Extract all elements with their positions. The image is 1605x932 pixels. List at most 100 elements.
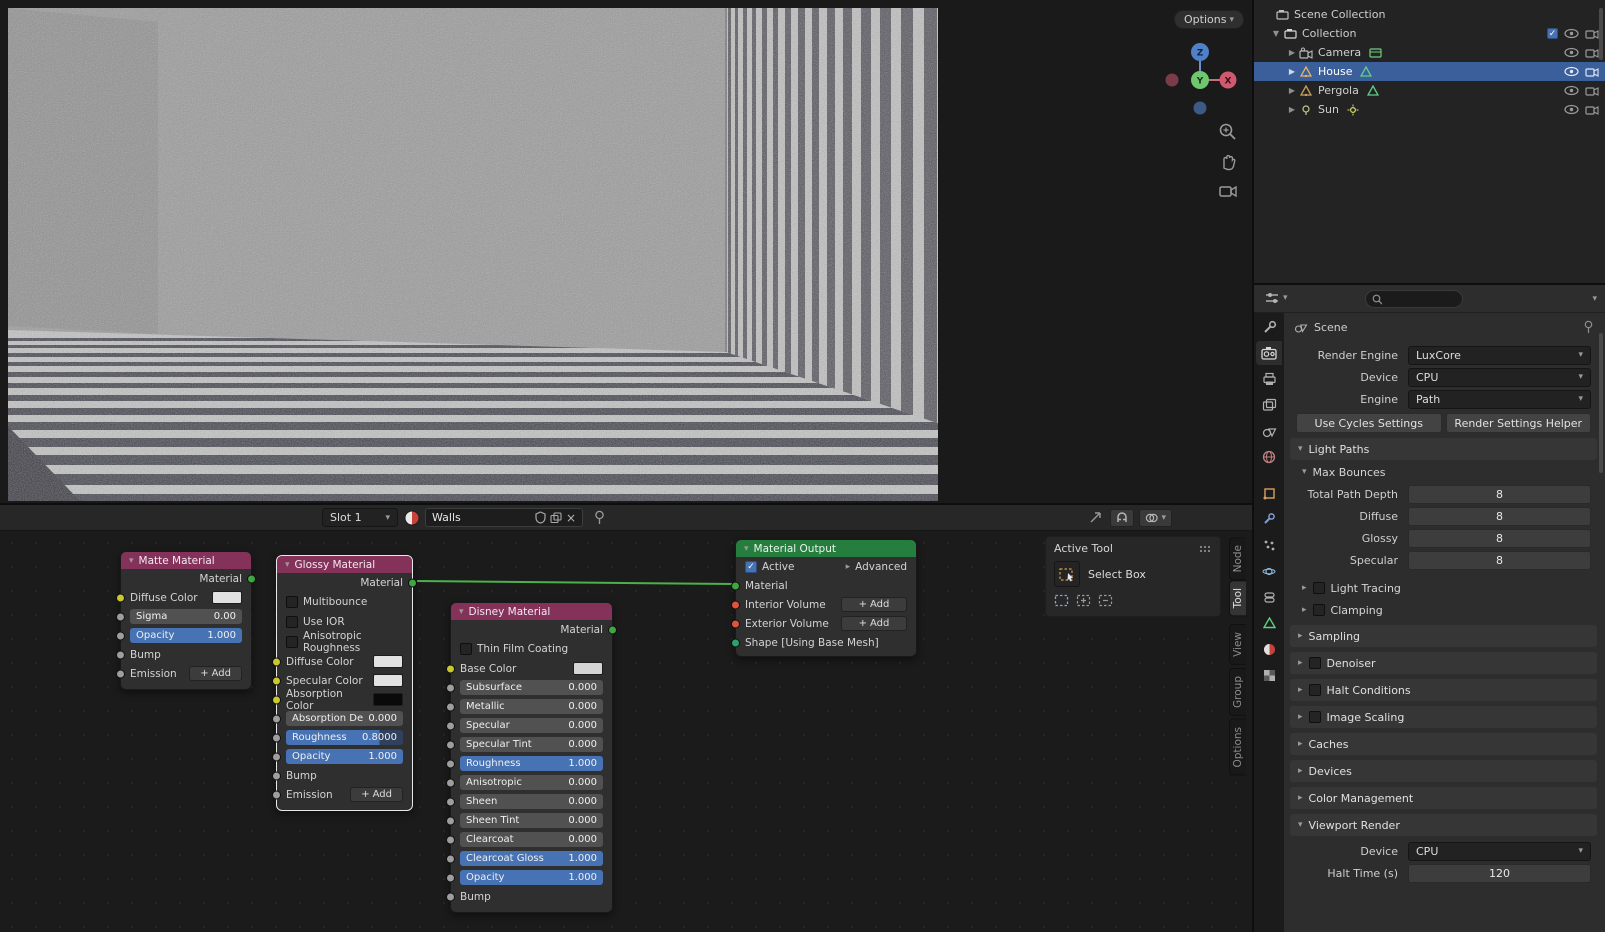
- collapse-icon[interactable]: ▾: [744, 544, 749, 554]
- halt-time-field[interactable]: 120: [1408, 864, 1591, 883]
- tab-object[interactable]: [1256, 481, 1282, 505]
- sidebar-tab-options[interactable]: Options: [1229, 719, 1246, 776]
- snapping-button[interactable]: [1110, 509, 1134, 527]
- disable-in-renders-icon[interactable]: [1585, 104, 1599, 115]
- clearcoat-slider[interactable]: Clearcoat0.000: [460, 832, 603, 847]
- value-input-socket[interactable]: [446, 892, 455, 901]
- select-subtract-mode-icon[interactable]: [1098, 594, 1114, 608]
- collapse-icon[interactable]: ▾: [129, 556, 134, 566]
- material-slot-dropdown[interactable]: Slot 1 ▾: [322, 508, 398, 527]
- color-input-socket[interactable]: [272, 695, 281, 704]
- expand-advanced-icon[interactable]: ▸: [846, 562, 851, 572]
- node-header[interactable]: ▾ Disney Material: [451, 603, 612, 620]
- material-name-field[interactable]: Walls ×: [425, 508, 583, 527]
- value-input-socket[interactable]: [272, 790, 281, 799]
- tab-physics[interactable]: [1256, 559, 1282, 583]
- collection-enable-checkbox[interactable]: ✓: [1547, 28, 1558, 39]
- section-color-management[interactable]: ▸ Color Management: [1290, 787, 1597, 809]
- value-input-socket[interactable]: [272, 733, 281, 742]
- viewport-3d[interactable]: Options ▾ Z Y X: [0, 0, 1252, 503]
- advanced-label[interactable]: Advanced: [855, 561, 907, 573]
- use-ior-checkbox[interactable]: [286, 616, 298, 628]
- hide-in-viewport-icon[interactable]: [1564, 66, 1579, 77]
- collapse-icon[interactable]: ▾: [459, 607, 464, 617]
- value-input-socket[interactable]: [446, 835, 455, 844]
- color-input-socket[interactable]: [116, 593, 125, 602]
- outliner-scrollbar[interactable]: [1599, 8, 1603, 60]
- tab-view-layer[interactable]: [1256, 393, 1282, 417]
- tab-particles[interactable]: [1256, 533, 1282, 557]
- absorption-depth-slider[interactable]: Absorption De 0.000: [286, 711, 403, 726]
- select-box-tool-icon[interactable]: [1054, 561, 1080, 587]
- section-denoiser[interactable]: ▸ Denoiser: [1290, 652, 1597, 674]
- total-path-depth-field[interactable]: 8: [1408, 485, 1591, 504]
- color-swatch[interactable]: [573, 662, 603, 675]
- overlays-button[interactable]: ▾: [1139, 509, 1172, 527]
- value-input-socket[interactable]: [446, 797, 455, 806]
- material-output-socket[interactable]: [408, 578, 417, 587]
- tab-output[interactable]: [1256, 367, 1282, 391]
- denoiser-checkbox[interactable]: [1309, 657, 1321, 669]
- render-engine-dropdown[interactable]: LuxCore▾: [1408, 346, 1591, 365]
- tab-render[interactable]: [1256, 341, 1282, 365]
- expand-icon[interactable]: ▶: [1286, 67, 1298, 76]
- tab-world[interactable]: [1256, 445, 1282, 469]
- tab-object-data[interactable]: [1256, 611, 1282, 635]
- diffuse-bounces-field[interactable]: 8: [1408, 507, 1591, 526]
- viewport-options-button[interactable]: Options ▾: [1174, 10, 1244, 29]
- disable-in-renders-icon[interactable]: [1585, 28, 1599, 39]
- material-output-socket[interactable]: [247, 574, 256, 583]
- value-input-socket[interactable]: [446, 702, 455, 711]
- value-input-socket[interactable]: [446, 854, 455, 863]
- material-output-socket[interactable]: [608, 625, 617, 634]
- value-input-socket[interactable]: [446, 721, 455, 730]
- volume-input-socket[interactable]: [731, 600, 740, 609]
- tab-scene[interactable]: [1256, 419, 1282, 443]
- volume-input-socket[interactable]: [731, 619, 740, 628]
- select-box-mode-icon[interactable]: [1054, 594, 1070, 608]
- outliner-row-pergola[interactable]: ▶ Pergola: [1254, 81, 1605, 100]
- expand-icon[interactable]: ▼: [1270, 29, 1282, 38]
- outliner-row-collection[interactable]: ▼ Collection ✓: [1254, 24, 1605, 43]
- glossy-bounces-field[interactable]: 8: [1408, 529, 1591, 548]
- add-interior-volume-button[interactable]: + Add: [841, 597, 907, 612]
- section-viewport-render[interactable]: ▾ Viewport Render: [1290, 814, 1597, 836]
- section-image-scaling[interactable]: ▸ Image Scaling: [1290, 706, 1597, 728]
- render-settings-helper-button[interactable]: Render Settings Helper: [1446, 413, 1592, 433]
- outliner-row-scene-collection[interactable]: Scene Collection: [1254, 5, 1605, 24]
- metallic-slider[interactable]: Metallic0.000: [460, 699, 603, 714]
- subsurface-slider[interactable]: Subsurface0.000: [460, 680, 603, 695]
- opacity-slider[interactable]: Opacity1.000: [460, 870, 603, 885]
- image-scaling-checkbox[interactable]: [1309, 711, 1321, 723]
- tab-texture[interactable]: [1256, 663, 1282, 687]
- value-input-socket[interactable]: [272, 714, 281, 723]
- subsection-clamping[interactable]: ▸ Clamping: [1302, 600, 1597, 620]
- section-light-paths[interactable]: ▾ Light Paths: [1290, 438, 1597, 460]
- sheen-slider[interactable]: Sheen0.000: [460, 794, 603, 809]
- hide-in-viewport-icon[interactable]: [1564, 47, 1579, 58]
- navigation-gizmo[interactable]: Z Y X: [1160, 40, 1240, 120]
- halt-conditions-checkbox[interactable]: [1309, 684, 1321, 696]
- search-input[interactable]: [1386, 293, 1456, 305]
- active-checkbox[interactable]: ✓: [745, 561, 757, 573]
- sidebar-tab-view[interactable]: View: [1229, 624, 1246, 665]
- color-swatch[interactable]: [373, 693, 403, 706]
- editor-type-button[interactable]: ▾: [1264, 291, 1288, 305]
- fake-user-shield-icon[interactable]: [535, 511, 546, 524]
- color-swatch[interactable]: [212, 591, 242, 604]
- node-header[interactable]: ▾ Material Output: [736, 540, 916, 557]
- use-cycles-settings-button[interactable]: Use Cycles Settings: [1296, 413, 1442, 433]
- tab-constraints[interactable]: [1256, 585, 1282, 609]
- expand-icon[interactable]: ▶: [1286, 105, 1298, 114]
- properties-search[interactable]: [1365, 290, 1463, 308]
- sidebar-tab-tool[interactable]: Tool: [1229, 580, 1246, 616]
- multibounce-checkbox[interactable]: [286, 596, 298, 608]
- tab-modifiers[interactable]: [1256, 507, 1282, 531]
- panel-grip-icon[interactable]: [1198, 544, 1212, 554]
- roughness-slider[interactable]: Roughness1.000: [460, 756, 603, 771]
- viewport-device-dropdown[interactable]: CPU▾: [1408, 842, 1591, 861]
- outliner-row-camera[interactable]: ▶ Camera: [1254, 43, 1605, 62]
- value-input-socket[interactable]: [446, 778, 455, 787]
- hide-in-viewport-icon[interactable]: [1564, 104, 1579, 115]
- opacity-slider[interactable]: Opacity 1.000: [130, 628, 242, 643]
